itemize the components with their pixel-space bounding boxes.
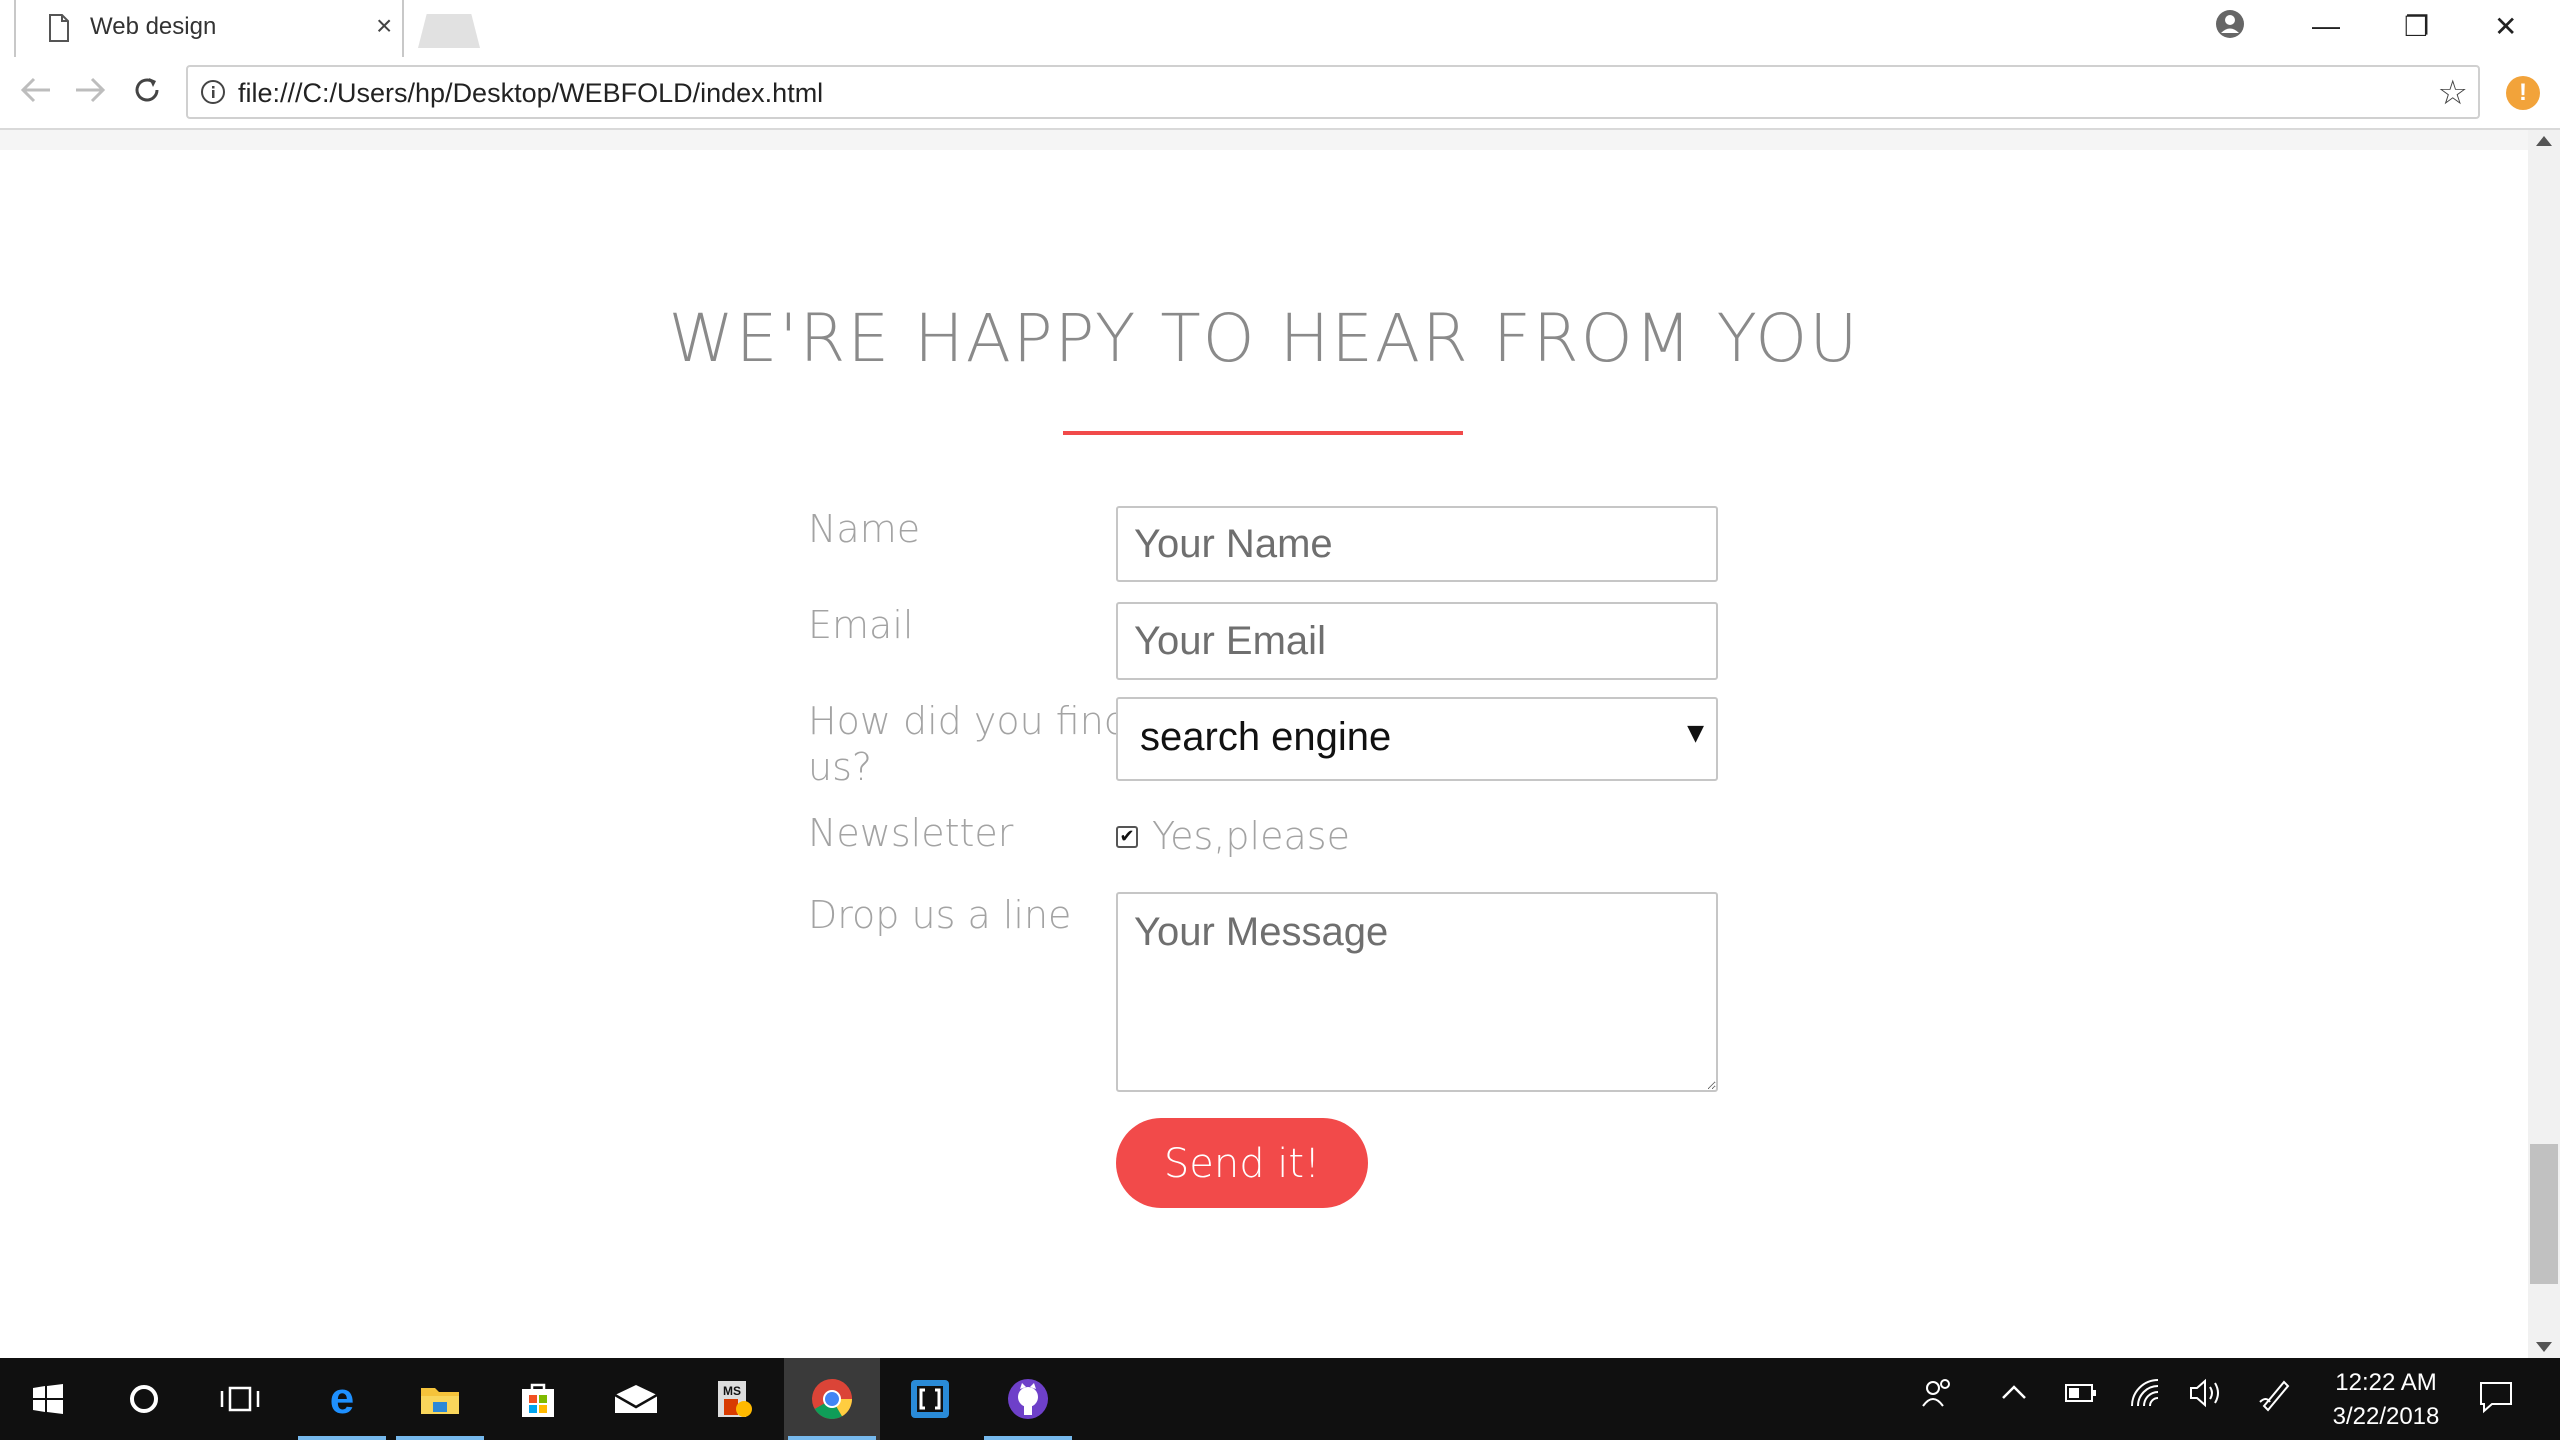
running-indicator [984, 1436, 1072, 1440]
running-indicator [396, 1436, 484, 1440]
task-view-button[interactable] [192, 1358, 288, 1440]
address-bar[interactable]: file:///C:/Users/hp/Desktop/WEBFOLD/inde… [186, 65, 2480, 119]
source-label: How did you find us? [808, 698, 1128, 790]
tab-title: Web design [90, 13, 217, 40]
pen-workspace-icon[interactable] [2258, 1376, 2294, 1412]
action-center-icon[interactable] [2478, 1380, 2514, 1414]
store-icon [522, 1383, 554, 1417]
chrome-icon [812, 1379, 852, 1419]
running-indicator [298, 1436, 386, 1440]
dropdown-arrow-icon: ▼ [1687, 721, 1704, 746]
account-icon[interactable] [2215, 9, 2245, 39]
wifi-icon[interactable] [2128, 1376, 2162, 1410]
browser-tab[interactable]: Web design × [14, 0, 404, 57]
contact-heading: WE'RE HAPPY TO HEAR FROM YOU [668, 300, 1860, 377]
forward-arrow-icon[interactable] [74, 75, 106, 105]
close-window-button[interactable]: ✕ [2494, 10, 2517, 43]
source-selected-value: search engine [1140, 715, 1392, 759]
windows-taskbar: e MS 12:22 AM 3/22/2018 [0, 1358, 2560, 1440]
taskbar-app-chrome[interactable] [784, 1358, 880, 1440]
previous-section-edge [0, 130, 2528, 150]
new-tab-button[interactable] [418, 14, 480, 48]
taskbar-app-mail[interactable] [588, 1358, 684, 1440]
start-icon [33, 1384, 63, 1414]
file-explorer-icon [421, 1388, 459, 1414]
source-select[interactable]: search engine ▼ [1116, 697, 1718, 781]
name-label: Name [808, 507, 921, 551]
message-textarea[interactable] [1116, 892, 1718, 1092]
newsletter-option-label[interactable]: Yes,please [1152, 814, 1350, 858]
email-input[interactable] [1116, 602, 1718, 680]
newsletter-label: Newsletter [808, 811, 1014, 855]
people-icon[interactable] [1920, 1376, 1954, 1410]
minimize-button[interactable]: — [2312, 10, 2340, 42]
clock-date: 3/22/2018 [2332, 1403, 2440, 1430]
svg-text:e: e [330, 1379, 354, 1419]
source-label-line2: us? [808, 745, 873, 789]
msoffice-icon: MS [718, 1381, 752, 1417]
mail-icon [614, 1385, 658, 1413]
heading-underline [1063, 431, 1463, 435]
cortana-button[interactable] [96, 1358, 192, 1440]
scroll-up-arrow-icon[interactable] [2536, 136, 2552, 146]
bookmark-star-icon[interactable]: ☆ [2438, 73, 2468, 113]
tab-close-icon[interactable]: × [376, 10, 392, 42]
document-icon [49, 14, 69, 42]
message-label: Drop us a line [808, 893, 1072, 937]
restore-button[interactable]: ❐ [2404, 10, 2429, 43]
page-viewport: WE'RE HAPPY TO HEAR FROM YOU Name Email … [0, 130, 2528, 1358]
github-icon [1008, 1379, 1048, 1419]
info-icon[interactable] [200, 79, 226, 105]
volume-icon[interactable] [2188, 1376, 2224, 1410]
scrollbar-thumb[interactable] [2530, 1144, 2558, 1284]
running-indicator [788, 1436, 876, 1440]
battery-icon[interactable] [2064, 1382, 2098, 1404]
taskbar-app-brackets[interactable] [882, 1358, 978, 1440]
cortana-icon [130, 1385, 158, 1413]
brackets-icon [911, 1380, 949, 1418]
back-arrow-icon[interactable] [20, 75, 52, 105]
browser-tab-bar: Web design × — ❐ ✕ [0, 0, 2560, 57]
page-scrollbar[interactable] [2528, 130, 2560, 1358]
scroll-down-arrow-icon[interactable] [2536, 1342, 2552, 1352]
reload-icon[interactable] [132, 75, 162, 105]
name-input[interactable] [1116, 506, 1718, 582]
source-label-line1: How did you find [808, 699, 1128, 743]
email-label: Email [808, 603, 914, 647]
taskbar-app-explorer[interactable] [392, 1358, 488, 1440]
warning-icon[interactable]: ! [2506, 76, 2540, 110]
newsletter-checkbox[interactable]: ✔ [1116, 826, 1138, 848]
browser-toolbar: file:///C:/Users/hp/Desktop/WEBFOLD/inde… [0, 57, 2560, 130]
taskbar-app-edge[interactable]: e [294, 1358, 390, 1440]
send-button[interactable]: Send it! [1116, 1118, 1368, 1208]
task-view-icon [220, 1386, 260, 1412]
system-clock[interactable]: 12:22 AM 3/22/2018 [2316, 1366, 2456, 1434]
start-button[interactable] [0, 1358, 96, 1440]
url-text[interactable]: file:///C:/Users/hp/Desktop/WEBFOLD/inde… [238, 78, 823, 109]
taskbar-app-store[interactable] [490, 1358, 586, 1440]
clock-time: 12:22 AM [2335, 1369, 2437, 1396]
taskbar-app-msoffice[interactable]: MS [686, 1358, 782, 1440]
svg-text:MS: MS [723, 1384, 741, 1398]
taskbar-app-github[interactable] [980, 1358, 1076, 1440]
chevron-up-icon[interactable] [2000, 1382, 2028, 1402]
edge-icon: e [330, 1379, 354, 1419]
